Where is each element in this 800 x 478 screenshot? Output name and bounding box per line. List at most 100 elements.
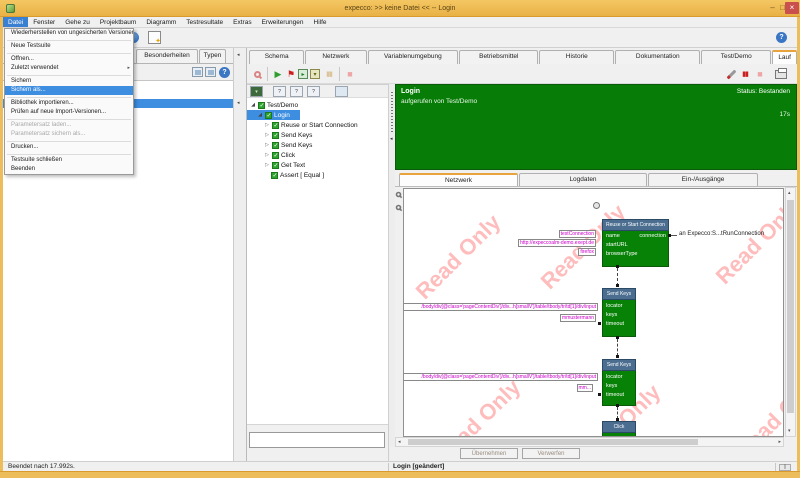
close-button[interactable]: ×	[785, 2, 799, 14]
tab-diagram-logdaten[interactable]: Logdaten	[519, 173, 647, 186]
value-label-locator-xpath2[interactable]: /body/div[@class='pageContentDiv']/div..…	[403, 373, 598, 381]
value-label-locator-xpath[interactable]: /body/div[@class='pageContentDiv']/div..…	[403, 303, 598, 311]
tree-row-step[interactable]: Send Keys	[247, 140, 312, 150]
inspect-icon[interactable]	[251, 68, 263, 80]
expander-icon[interactable]	[264, 132, 270, 138]
menu-item-wiederherstellen[interactable]: Wiederherstellen von ungesicherten Versi…	[5, 29, 133, 38]
discard-button[interactable]: Verwerfen	[522, 448, 580, 459]
resize-grip-icon[interactable]: ||	[779, 464, 791, 471]
checkbox-checked-icon[interactable]	[271, 172, 278, 179]
menu-item-neue-testsuite[interactable]: Neue Testsuite	[5, 42, 133, 51]
pin-timeout[interactable]: timeout	[606, 321, 624, 328]
pin-name[interactable]: name	[606, 233, 620, 240]
minimize-button[interactable]: –	[768, 2, 777, 14]
menu-erweiterungen[interactable]: Erweiterungen	[257, 17, 309, 27]
pin-keys[interactable]: keys	[606, 312, 617, 319]
stop-icon-disabled[interactable]	[344, 68, 356, 80]
tab-lauf[interactable]: Lauf	[772, 50, 797, 64]
expand-level3-icon[interactable]: ?	[307, 86, 320, 97]
pause-run-icon[interactable]	[739, 68, 751, 80]
expander-icon[interactable]	[264, 122, 270, 128]
step-block-send-keys-1[interactable]: Send Keys locator keys timeout	[602, 288, 636, 337]
collapse-left-icon2[interactable]: ◂	[237, 100, 240, 106]
tree-filter-input[interactable]	[249, 432, 385, 448]
tab-dokumentation[interactable]: Dokumentation	[615, 50, 700, 64]
scroll-up-icon[interactable]: ▴	[788, 189, 791, 197]
tree-row-login-selected[interactable]: Login	[247, 110, 300, 120]
scroll-down-icon[interactable]: ▾	[788, 427, 791, 435]
horizontal-scroll-thumb[interactable]	[408, 439, 698, 445]
expander-icon[interactable]	[264, 162, 270, 168]
run-icon[interactable]	[272, 68, 284, 80]
value-label-keys[interactable]: mmustermann	[560, 314, 596, 322]
collapse-left-icon[interactable]: ◂	[237, 52, 240, 58]
menu-item-drucken[interactable]: Drucken...	[5, 143, 133, 152]
apply-button[interactable]: Übernehmen	[460, 448, 518, 459]
expand-level1-icon[interactable]: ?	[273, 86, 286, 97]
scroll-right-icon[interactable]: ▸	[778, 438, 781, 446]
menu-item-beenden[interactable]: Beenden	[5, 165, 133, 174]
diagram-canvas[interactable]: Read Only Read Only Read Only Read Only …	[403, 188, 784, 437]
tree-row-step[interactable]: Click	[247, 150, 295, 160]
tree-row-step[interactable]: Send Keys	[247, 130, 312, 140]
help-icon[interactable]: ?	[776, 32, 787, 43]
vertical-scrollbar[interactable]: ▴ ▾	[785, 187, 796, 437]
tab-typen[interactable]: Typen	[199, 49, 226, 63]
expander-icon[interactable]	[264, 152, 270, 158]
value-label-browsertype[interactable]: firefox	[578, 248, 596, 256]
pin-locator[interactable]: locator	[606, 374, 623, 381]
checkbox-checked-icon[interactable]	[272, 162, 279, 169]
wand-icon[interactable]	[725, 68, 737, 80]
menu-projektbaum[interactable]: Projektbaum	[95, 17, 142, 27]
tree-row-root[interactable]: Test/Demo	[247, 100, 298, 110]
tab-besonderheiten[interactable]: Besonderheiten	[136, 49, 198, 63]
step-block-click[interactable]: Click	[602, 421, 636, 437]
panel-splitter[interactable]: ◂ ◂	[233, 48, 247, 461]
value-label-starturl[interactable]: http://expeccoalm-demo.exept.de	[518, 239, 596, 247]
stop-run-icon[interactable]	[754, 68, 766, 80]
zoom-in-icon[interactable]	[396, 192, 402, 198]
tab-betriebsmittel[interactable]: Betriebsmittel	[459, 50, 538, 64]
open-diagram-icon[interactable]	[335, 86, 348, 97]
expander-icon[interactable]	[264, 142, 270, 148]
checkbox-checked-icon[interactable]	[272, 132, 279, 139]
value-label-keys2[interactable]: mm...	[577, 384, 594, 392]
print-icon[interactable]	[775, 68, 787, 80]
step-into-icon[interactable]	[298, 69, 308, 79]
tree-row-step[interactable]: Get Text	[247, 160, 305, 170]
menu-item-pruefen-import[interactable]: Prüfen auf neue Import-Versionen...	[5, 108, 133, 117]
menu-item-testsuite-schliessen[interactable]: Testsuite schließen	[5, 156, 133, 165]
step-block-send-keys-2[interactable]: Send Keys locator keys timeout	[602, 359, 636, 406]
tab-diagram-ein-ausgaenge[interactable]: Ein-/Ausgänge	[648, 173, 758, 186]
menu-datei[interactable]: Datei	[3, 17, 28, 27]
menu-item-bibliothek-importieren[interactable]: Bibliothek importieren...	[5, 99, 133, 108]
menu-item-zuletzt-verwendet[interactable]: Zuletzt verwendet ▸	[5, 64, 133, 73]
vertical-scroll-thumb[interactable]	[787, 200, 794, 413]
tree-view-menu-icon[interactable]: ▾	[250, 86, 263, 97]
step-block-reuse-or-start-connection[interactable]: Reuse or Start Connection name startURL …	[602, 219, 669, 267]
pin-keys[interactable]: keys	[606, 383, 617, 390]
checkbox-checked-icon[interactable]	[258, 102, 265, 109]
menu-hilfe[interactable]: Hilfe	[309, 17, 332, 27]
menu-item-oeffnen[interactable]: Öffnen...	[5, 55, 133, 64]
menu-item-sichern[interactable]: Sichern	[5, 77, 133, 86]
pin-browsertype[interactable]: browserType	[606, 251, 638, 258]
tree-run-splitter[interactable]: ◂	[388, 84, 395, 461]
pause-icon-disabled[interactable]	[323, 68, 335, 80]
collapse-tree-icon[interactable]: ◂	[390, 136, 393, 142]
menu-fenster[interactable]: Fenster	[28, 17, 60, 27]
tab-test-demo[interactable]: Test/Demo	[701, 50, 771, 64]
value-label-name[interactable]: testConnection	[559, 230, 596, 238]
split-view-icon[interactable]	[205, 67, 216, 77]
zoom-out-icon[interactable]	[396, 205, 402, 211]
expander-icon[interactable]	[257, 112, 263, 118]
expander-icon[interactable]	[250, 102, 256, 108]
tab-netzwerk[interactable]: Netzwerk	[305, 50, 366, 64]
copy-view-icon[interactable]	[192, 67, 203, 77]
checkbox-checked-icon[interactable]	[272, 152, 279, 159]
horizontal-scrollbar[interactable]: ◂ ▸	[395, 437, 784, 447]
checkbox-checked-icon[interactable]	[265, 112, 272, 119]
test-tree[interactable]: Test/Demo Login Reuse or Start Connectio…	[247, 98, 388, 424]
titlebar[interactable]: expecco: >> keine Datei << -- Login – □ …	[0, 0, 800, 17]
checkbox-checked-icon[interactable]	[272, 122, 279, 129]
